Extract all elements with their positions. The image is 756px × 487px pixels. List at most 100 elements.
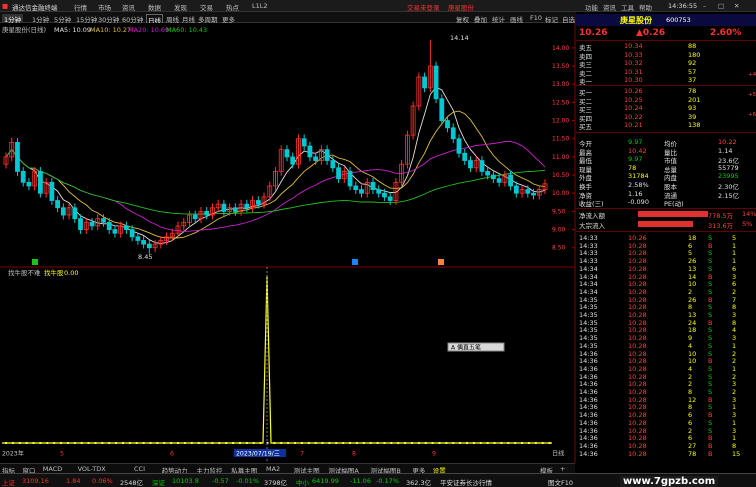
- candle-body[interactable]: [221, 203, 227, 212]
- menu-discover[interactable]: 发现: [174, 2, 187, 12]
- sh-amount: 2548亿: [120, 479, 144, 487]
- candle-body[interactable]: [485, 171, 491, 176]
- close-icon[interactable]: ✕: [734, 2, 739, 10]
- side-tabs[interactable]: +4 +5 +6: [748, 72, 756, 118]
- candle-body[interactable]: [508, 174, 513, 187]
- broker-label: 平安证券长沙行情: [440, 479, 492, 487]
- candle-body[interactable]: [192, 214, 198, 220]
- candle-body[interactable]: [525, 189, 531, 194]
- maximize-icon[interactable]: □: [718, 2, 724, 10]
- side-tab-5[interactable]: +5: [748, 92, 756, 98]
- indicator-tab[interactable]: MA2: [266, 465, 280, 473]
- kline-chart[interactable]: 14.00 13.50 13.00 12.50 12.00 11.50 11.00 10.50…: [0, 23, 575, 463]
- candle-body[interactable]: [439, 98, 445, 121]
- candle-body[interactable]: [433, 65, 439, 100]
- candle-body[interactable]: [336, 167, 341, 180]
- zx-label[interactable]: 中小: [296, 477, 309, 487]
- candle-body[interactable]: [330, 160, 336, 169]
- candle-body[interactable]: [456, 138, 462, 154]
- sh-label[interactable]: 上证: [2, 477, 15, 487]
- event-marker-orange[interactable]: [438, 259, 444, 265]
- menu-tools[interactable]: 工具: [621, 2, 634, 12]
- tick-price: 10.28: [628, 449, 647, 458]
- candle-body[interactable]: [146, 243, 152, 249]
- candle-body[interactable]: [307, 145, 313, 158]
- candle-body[interactable]: [376, 189, 382, 194]
- login-prompt[interactable]: 交易未登录: [407, 2, 440, 12]
- menu-l1l2[interactable]: L1L2: [252, 2, 268, 10]
- candle-body[interactable]: [468, 160, 473, 169]
- signal-dot: [362, 442, 365, 444]
- candle-body[interactable]: [89, 221, 95, 227]
- stock-link[interactable]: 庚星股份: [448, 2, 474, 12]
- candle-body[interactable]: [106, 221, 112, 230]
- menu-market[interactable]: 行情: [74, 2, 87, 12]
- menu-help[interactable]: 帮助: [639, 2, 652, 12]
- candle-body[interactable]: [313, 156, 319, 161]
- signal-dot: [156, 442, 159, 444]
- candle-body[interactable]: [232, 207, 238, 212]
- candle-body[interactable]: [531, 192, 536, 196]
- candle-body[interactable]: [353, 185, 359, 190]
- candle-body[interactable]: [49, 181, 55, 201]
- candle-body[interactable]: [78, 218, 83, 230]
- candle-body[interactable]: [244, 203, 250, 209]
- candle-body[interactable]: [101, 218, 106, 223]
- candle-body[interactable]: [490, 174, 496, 180]
- candle-body[interactable]: [422, 76, 427, 89]
- candle-body[interactable]: [387, 196, 393, 201]
- candle-body[interactable]: [135, 236, 141, 241]
- quote-header: 庚星股份 600753: [576, 14, 756, 26]
- menu-market2[interactable]: 市场: [98, 2, 111, 12]
- signal-dot: [548, 442, 551, 444]
- candle-body[interactable]: [370, 181, 376, 190]
- candle-body[interactable]: [450, 127, 456, 140]
- candle-body[interactable]: [290, 156, 296, 165]
- candle-body[interactable]: [38, 171, 43, 194]
- event-marker-blue[interactable]: [352, 259, 358, 265]
- menu-func[interactable]: 功能: [585, 2, 598, 12]
- candle-body[interactable]: [141, 240, 147, 245]
- candle-body[interactable]: [60, 207, 66, 216]
- candle-body[interactable]: [479, 160, 485, 172]
- side-tab-6[interactable]: +6: [748, 112, 756, 118]
- menu-hot[interactable]: 热点: [226, 2, 239, 12]
- side-tab-4[interactable]: +4: [748, 72, 756, 78]
- candle-body[interactable]: [112, 229, 118, 234]
- indicator-tab[interactable]: MACD: [43, 465, 62, 473]
- candle-body[interactable]: [382, 192, 387, 198]
- menu-data[interactable]: 数据: [148, 2, 161, 12]
- candle-body[interactable]: [15, 141, 20, 172]
- indicator-tab[interactable]: CCI: [134, 465, 145, 473]
- menu-trade[interactable]: 交易: [200, 2, 213, 12]
- candle-body[interactable]: [513, 185, 519, 194]
- indicator-tab[interactable]: VOL-TDX: [78, 465, 106, 473]
- menu-info[interactable]: 资讯: [603, 2, 616, 12]
- candle-body[interactable]: [255, 200, 261, 205]
- candle-body[interactable]: [284, 149, 290, 158]
- tab-tool[interactable]: +: [560, 465, 565, 473]
- candle-body[interactable]: [462, 152, 468, 161]
- f10-label[interactable]: 图文F10: [548, 477, 573, 487]
- candle-body[interactable]: [324, 149, 330, 161]
- candle-body[interactable]: [124, 225, 129, 230]
- sz-label[interactable]: 深证: [152, 477, 165, 487]
- candle-body[interactable]: [129, 229, 135, 238]
- candle-body[interactable]: [20, 171, 26, 183]
- btn-f10[interactable]: F10: [530, 14, 542, 22]
- ask-row: 卖五 10.34 88: [576, 42, 756, 52]
- signal-dot: [293, 442, 296, 444]
- candlesticks[interactable]: [3, 39, 548, 254]
- minimize-icon[interactable]: –: [703, 2, 706, 10]
- candle-body[interactable]: [359, 189, 364, 194]
- candle-body[interactable]: [26, 181, 32, 187]
- candle-body[interactable]: [496, 178, 502, 183]
- menu-news[interactable]: 资讯: [122, 2, 135, 12]
- candle-body[interactable]: [445, 120, 450, 129]
- candle-body[interactable]: [204, 210, 210, 216]
- candle-body[interactable]: [347, 171, 353, 187]
- candle-body[interactable]: [72, 207, 78, 220]
- candle-body[interactable]: [55, 200, 61, 209]
- candle-body[interactable]: [301, 138, 307, 147]
- event-marker-green[interactable]: [32, 259, 38, 265]
